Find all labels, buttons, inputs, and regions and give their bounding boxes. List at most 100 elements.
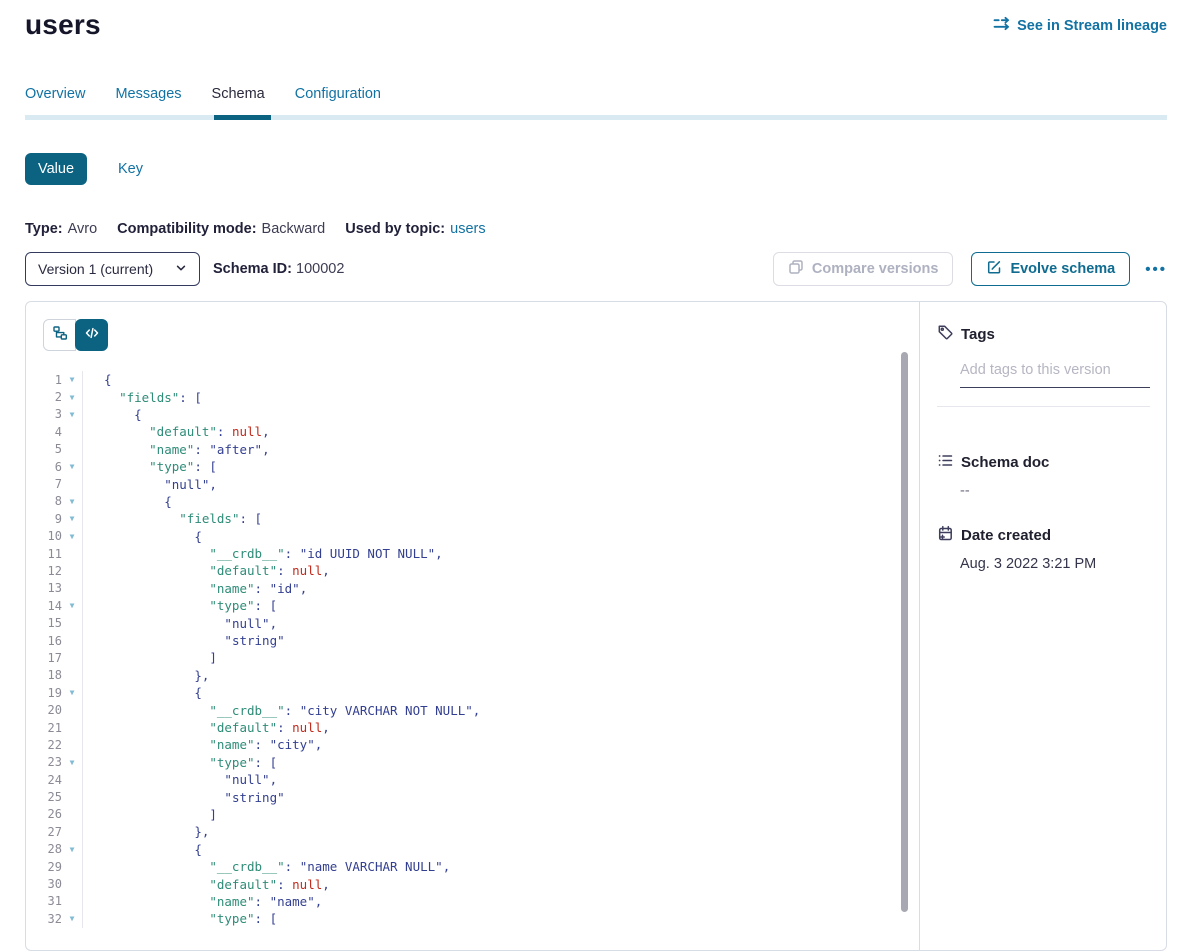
code-text: "null", [83,477,217,492]
line-number: 22 [26,738,62,752]
fold-toggle-icon[interactable]: ▼ [62,528,83,545]
tree-view-icon [52,325,68,346]
evolve-schema-button[interactable]: Evolve schema [971,252,1130,286]
code-text: "string" [83,633,285,648]
code-line: 19▼ { [26,684,919,701]
code-line: 32▼ "type": [ [26,910,919,927]
tags-input[interactable] [960,359,1150,388]
line-number: 26 [26,807,62,821]
code-text: { [83,685,202,700]
fold-toggle-icon[interactable]: ▼ [62,510,83,527]
see-in-stream-lineage-link[interactable]: See in Stream lineage [993,16,1167,35]
fold-spacer [62,719,83,736]
fold-spacer [62,788,83,805]
code-text: "null", [83,616,277,631]
line-number: 30 [26,877,62,891]
fold-spacer [62,875,83,892]
fold-toggle-icon[interactable]: ▼ [62,597,83,614]
fold-spacer [62,423,83,440]
fold-toggle-icon[interactable]: ▼ [62,388,83,405]
code-line: 22 "name": "city", [26,736,919,753]
line-number: 21 [26,721,62,735]
key-toggle-button[interactable]: Key [112,160,149,178]
line-number: 27 [26,825,62,839]
tab-bar: Overview Messages Schema Configuration [25,85,1167,120]
code-text: ] [83,807,217,822]
editor-scrollbar[interactable] [901,352,908,912]
type-value: Avro [68,221,98,237]
code-text: "default": null, [83,563,330,578]
fold-toggle-icon[interactable]: ▼ [62,406,83,423]
line-number: 23 [26,755,62,769]
code-text: "fields": [ [83,390,202,405]
code-line: 23▼ "type": [ [26,754,919,771]
schema-card: 1▼{2▼ "fields": [3▼ {4 "default": null,5… [25,301,1167,951]
line-number: 19 [26,686,62,700]
code-text: "name": "name", [83,894,322,909]
compatibility-label: Compatibility mode: [117,221,256,237]
code-view-button[interactable] [75,319,108,351]
tree-view-button[interactable] [43,319,76,351]
fold-toggle-icon[interactable]: ▼ [62,684,83,701]
fold-spacer [62,667,83,684]
line-number: 2 [26,390,62,404]
code-text: "default": null, [83,424,270,439]
editor-view-toggle [43,319,919,351]
code-line: 21 "default": null, [26,719,919,736]
value-toggle-button[interactable]: Value [25,153,87,185]
code-text: "type": [ [83,459,217,474]
fold-toggle-icon[interactable]: ▼ [62,458,83,475]
code-text: "string" [83,790,285,805]
compatibility-value: Backward [262,221,326,237]
stream-lineage-icon [993,16,1010,35]
compare-versions-button[interactable]: Compare versions [773,252,954,286]
tab-overview[interactable]: Overview [25,85,85,115]
schema-id: Schema ID: 100002 [213,261,344,277]
tab-list: Overview Messages Schema Configuration [25,85,1167,115]
sidebar-divider [937,406,1150,407]
code-text: }, [83,824,209,839]
schema-doc-value: -- [960,483,1150,499]
fold-toggle-icon[interactable]: ▼ [62,371,83,388]
fold-spacer [62,632,83,649]
line-number: 13 [26,581,62,595]
tab-messages[interactable]: Messages [115,85,181,115]
fold-toggle-icon[interactable]: ▼ [62,493,83,510]
line-number: 11 [26,547,62,561]
fold-toggle-icon[interactable]: ▼ [62,754,83,771]
schema-id-label: Schema ID: [213,261,292,277]
fold-toggle-icon[interactable]: ▼ [62,910,83,927]
code-line: 28▼ { [26,841,919,858]
fold-spacer [62,614,83,631]
code-text: "type": [ [83,755,277,770]
tab-configuration[interactable]: Configuration [295,85,381,115]
used-by-topic-link[interactable]: users [450,221,485,237]
line-number: 9 [26,512,62,526]
fold-spacer [62,649,83,666]
tags-section: Tags [937,324,1150,407]
schema-doc-heading: Schema doc [961,454,1049,471]
line-number: 31 [26,894,62,908]
fold-toggle-icon[interactable]: ▼ [62,841,83,858]
code-line: 10▼ { [26,528,919,545]
code-line: 8▼ { [26,493,919,510]
schema-editor-panel: 1▼{2▼ "fields": [3▼ {4 "default": null,5… [26,302,919,950]
line-number: 20 [26,703,62,717]
used-by-topic-label: Used by topic: [345,221,445,237]
line-number: 29 [26,860,62,874]
code-text: "name": "city", [83,737,322,752]
more-options-button[interactable]: ••• [1145,261,1167,278]
code-text: "default": null, [83,877,330,892]
code-line: 3▼ { [26,406,919,423]
type-label: Type: [25,221,63,237]
code-text: { [83,407,142,422]
code-text: "__crdb__": "name VARCHAR NULL", [83,859,450,874]
code-text: { [83,529,202,544]
line-number: 15 [26,616,62,630]
version-select[interactable]: Version 1 (current) [25,252,200,286]
schema-sidebar: Tags Schema doc [919,302,1166,950]
tab-schema[interactable]: Schema [212,85,265,115]
code-text: "null", [83,772,277,787]
tabs-underline-track [25,115,1167,120]
tag-icon [937,324,954,345]
